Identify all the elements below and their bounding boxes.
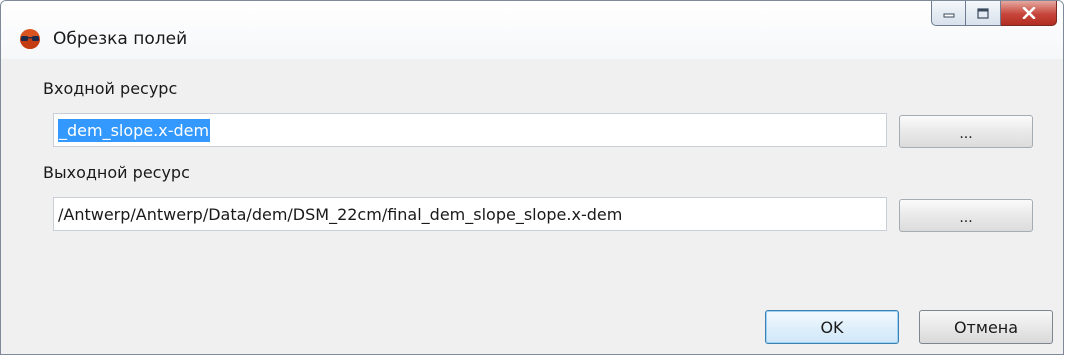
maximize-icon — [977, 7, 989, 19]
input-resource-field[interactable]: _dem_slope.x-dem — [53, 113, 887, 147]
window-title: Обрезка полей — [53, 29, 188, 49]
output-resource-field[interactable]: /Antwerp/Antwerp/Data/dem/DSM_22cm/final… — [53, 197, 887, 231]
dialog-content: Входной ресурс _dem_slope.x-dem ... Выхо… — [9, 59, 1055, 354]
input-resource-label: Входной ресурс — [43, 79, 178, 98]
window-controls — [931, 1, 1057, 27]
dialog-window: Обрезка полей Входной ресурс _dem_slope.… — [0, 0, 1064, 355]
input-resource-value: _dem_slope.x-dem — [58, 118, 211, 142]
input-browse-button[interactable]: ... — [899, 115, 1033, 148]
close-button[interactable] — [1001, 1, 1057, 26]
ok-button[interactable]: OK — [765, 310, 899, 344]
minimize-icon — [943, 13, 954, 18]
cancel-button[interactable]: Отмена — [919, 310, 1053, 344]
maximize-button[interactable] — [966, 1, 1001, 26]
output-browse-button[interactable]: ... — [899, 199, 1033, 232]
title-bar[interactable]: Обрезка полей — [1, 1, 1063, 59]
close-icon — [1022, 7, 1035, 19]
output-resource-value: /Antwerp/Antwerp/Data/dem/DSM_22cm/final… — [58, 204, 623, 224]
app-globe-glasses-icon — [20, 29, 40, 49]
output-resource-label: Выходной ресурс — [43, 163, 190, 182]
minimize-button[interactable] — [931, 1, 966, 26]
